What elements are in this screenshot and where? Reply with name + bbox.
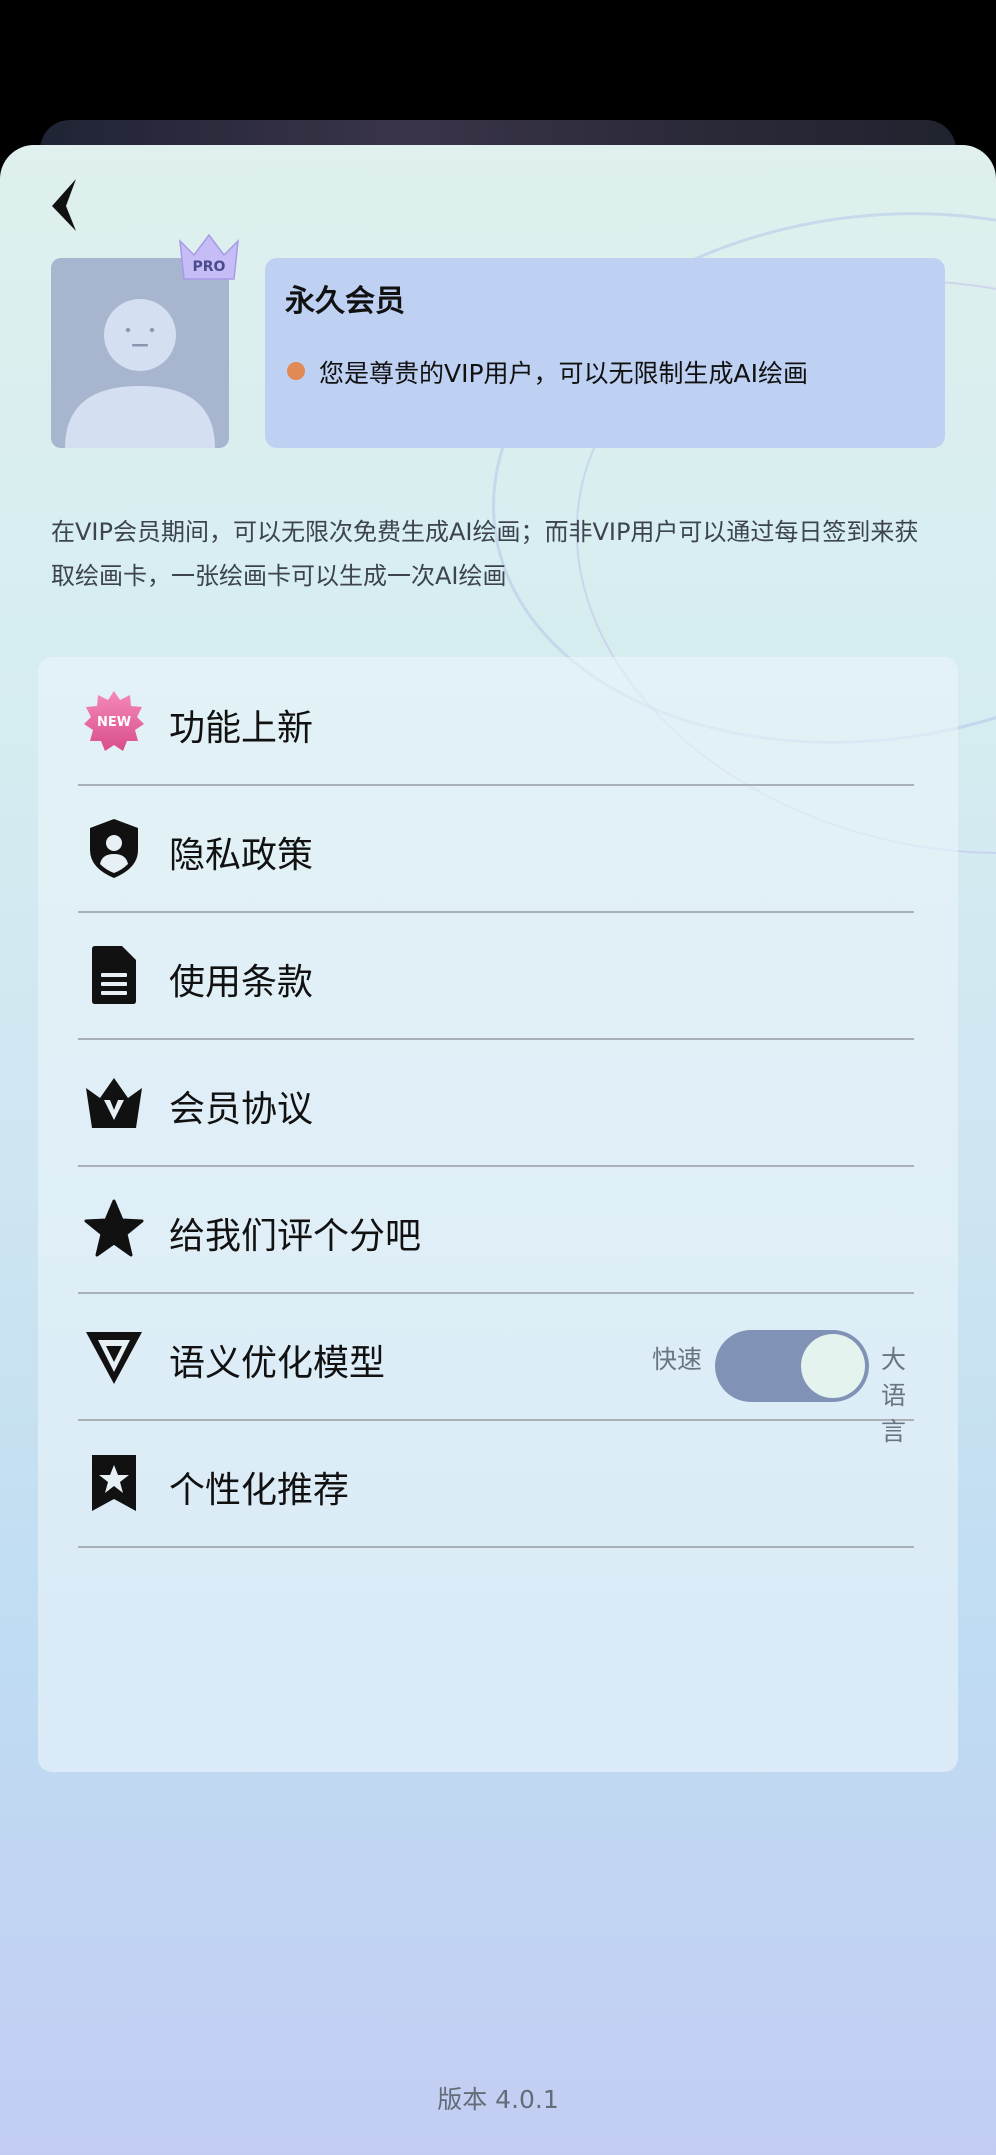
svg-text:PRO: PRO	[193, 259, 226, 275]
menu-item-semantic-model: 语义优化模型 快速 大语言	[78, 1292, 914, 1446]
chevron-left-icon	[52, 179, 76, 231]
menu-item-label: 使用条款	[169, 962, 314, 1003]
membership-card: 永久会员 您是尊贵的VIP用户，可以无限制生成AI绘画	[265, 258, 945, 448]
status-dot	[287, 362, 305, 380]
toggle-option-fast: 快速	[652, 1345, 703, 1374]
settings-menu: NEW 功能上新 隐私政策 使用条款 会员协议 给我们评个分吧 语义优化模型 快…	[38, 657, 958, 1772]
menu-item-new-features[interactable]: NEW 功能上新	[78, 657, 914, 786]
pro-badge-icon: PRO	[179, 233, 239, 280]
menu-item-label: 个性化推荐	[169, 1470, 350, 1511]
vip-info-text: 在VIP会员期间，可以无限次免费生成AI绘画；而非VIP用户可以通过每日签到来获…	[51, 518, 919, 590]
new-badge-icon: NEW	[84, 691, 144, 751]
star-icon	[84, 1199, 144, 1257]
model-toggle[interactable]	[715, 1330, 869, 1402]
shield-user-icon	[90, 819, 138, 878]
menu-item-label: 隐私政策	[169, 835, 314, 876]
menu-item-label: 会员协议	[169, 1089, 314, 1130]
model-logo-icon	[86, 1332, 142, 1384]
menu-item-membership-agreement[interactable]: 会员协议	[78, 1038, 914, 1167]
menu-item-label: 给我们评个分吧	[169, 1216, 422, 1257]
bookmark-star-icon	[92, 1455, 136, 1511]
menu-item-personalized-recommendation[interactable]: 个性化推荐	[78, 1419, 914, 1548]
document-icon	[92, 946, 136, 1004]
membership-title: 永久会员	[285, 284, 405, 319]
menu-item-privacy-policy[interactable]: 隐私政策	[78, 784, 914, 913]
menu-item-label: 语义优化模型	[169, 1343, 386, 1384]
back-button[interactable]	[46, 175, 86, 235]
version-label: 版本 4.0.1	[437, 2085, 559, 2114]
membership-description: 您是尊贵的VIP用户，可以无限制生成AI绘画	[319, 359, 809, 388]
crown-icon	[86, 1078, 142, 1128]
menu-item-terms-of-use[interactable]: 使用条款	[78, 911, 914, 1040]
toggle-knob	[801, 1334, 865, 1398]
settings-sheet: PRO 永久会员 您是尊贵的VIP用户，可以无限制生成AI绘画 在VIP会员期间…	[0, 145, 996, 2155]
menu-item-label: 功能上新	[169, 708, 314, 749]
menu-item-rate-us[interactable]: 给我们评个分吧	[78, 1165, 914, 1294]
svg-text:NEW: NEW	[97, 715, 131, 730]
